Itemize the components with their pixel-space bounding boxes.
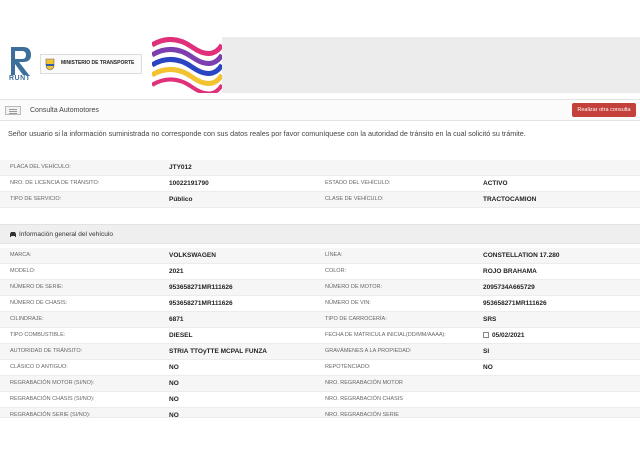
field-value: 2095734A665729	[483, 284, 535, 291]
field-label: MARCA:	[10, 252, 32, 258]
field-label: NRO. REGRABACIÓN MOTOR	[325, 380, 403, 386]
table-row: NRO. DE LICENCIA DE TRÁNSITO: 1002219179…	[0, 176, 640, 192]
field-value: SI	[483, 348, 490, 355]
field-value: JTY012	[169, 164, 192, 171]
field-value: NO	[169, 380, 179, 387]
field-value: ACTIVO	[483, 180, 508, 187]
field-label: TIPO COMBUSTIBLE:	[10, 332, 66, 338]
field-label: REGRABACIÓN SERIE (SI/NO):	[10, 412, 91, 418]
wave-graphic	[152, 37, 222, 93]
field-label: REPOTENCIADO:	[325, 364, 371, 370]
menu-icon[interactable]	[5, 106, 21, 115]
field-value: VOLKSWAGEN	[169, 252, 216, 259]
table-row: PLACA DEL VEHÍCULO: JTY012	[0, 160, 640, 176]
table-row: REGRABACIÓN CHASIS (SI/NO): NO NRO. REGR…	[0, 392, 640, 408]
field-label: ESTADO DEL VEHÍCULO:	[325, 180, 391, 186]
top-banner: RUNT MINISTERIO DE TRANSPORTE	[0, 37, 640, 93]
general-info-table: MARCA: VOLKSWAGEN LÍNEA: CONSTELLATION 1…	[0, 248, 640, 418]
field-label: NRO. DE LICENCIA DE TRÁNSITO:	[10, 180, 100, 186]
field-value: TRACTOCAMION	[483, 196, 537, 203]
field-label: REGRABACIÓN MOTOR (SI/NO):	[10, 380, 95, 386]
ministry-logo: MINISTERIO DE TRANSPORTE	[40, 54, 142, 74]
table-row: AUTORIDAD DE TRÁNSITO: STRIA TTOyTTE MCP…	[0, 344, 640, 360]
breadcrumb: Consulta Automotores	[30, 107, 99, 114]
field-value: CONSTELLATION 17.280	[483, 252, 560, 259]
field-value: Público	[169, 196, 193, 203]
field-label: AUTORIDAD DE TRÁNSITO:	[10, 348, 83, 354]
table-row: MODELO: 2021 COLOR: ROJO BRAHAMA	[0, 264, 640, 280]
shield-icon	[45, 58, 55, 71]
table-row: NÚMERO DE CHASIS: 953658271MR111626 NÚME…	[0, 296, 640, 312]
field-value: 2021	[169, 268, 184, 275]
page-header: Consulta Automotores Realizar otra consu…	[0, 99, 640, 121]
field-label: NÚMERO DE MOTOR:	[325, 284, 383, 290]
table-row: CILINDRAJE: 6871 TIPO DE CARROCERÍA: SRS	[0, 312, 640, 328]
section-title: Información general del vehículo	[19, 231, 113, 238]
field-value: STRIA TTOyTTE MCPAL FUNZA	[169, 348, 267, 355]
field-label: GRAVÁMENES A LA PROPIEDAD:	[325, 348, 412, 354]
general-info-section[interactable]: Información general del vehículo	[0, 224, 640, 244]
field-label: CILINDRAJE:	[10, 316, 44, 322]
table-row: TIPO DE SERVICIO: Público CLASE DE VEHÍC…	[0, 192, 640, 208]
field-label: TIPO DE SERVICIO:	[10, 196, 62, 202]
registration-date: 05/02/2021	[492, 332, 525, 339]
field-value: NO	[483, 364, 493, 371]
field-label: NRO. REGRABACIÓN CHASIS	[325, 396, 403, 402]
field-value: 6871	[169, 316, 184, 323]
field-value: DIESEL	[169, 332, 193, 339]
table-row: REGRABACIÓN MOTOR (SI/NO): NO NRO. REGRA…	[0, 376, 640, 392]
field-value: SRS	[483, 316, 497, 323]
field-value: NO	[169, 364, 179, 371]
field-label: NRO. REGRABACIÓN SERIE	[325, 412, 399, 418]
field-value: NO	[169, 412, 179, 418]
field-label: REGRABACIÓN CHASIS (SI/NO):	[10, 396, 95, 402]
field-label: PLACA DEL VEHÍCULO:	[10, 164, 71, 170]
field-label: COLOR:	[325, 268, 347, 274]
field-label: CLÁSICO O ANTIGUO:	[10, 364, 68, 370]
runt-wordmark: RUNT	[9, 75, 31, 82]
field-label: FECHA DE MATRICULA INICIAL(DD/MM/AAAA):	[325, 332, 446, 338]
field-value: 953658271MR111626	[169, 284, 233, 291]
field-label: NÚMERO DE CHASIS:	[10, 300, 68, 306]
field-value: 05/02/2021	[483, 332, 525, 339]
ministry-label: MINISTERIO DE TRANSPORTE	[61, 60, 135, 66]
table-row: TIPO COMBUSTIBLE: DIESEL FECHA DE MATRIC…	[0, 328, 640, 344]
field-value: 953658271MR111626	[483, 300, 547, 307]
field-value: NO	[169, 396, 179, 403]
table-row: MARCA: VOLKSWAGEN LÍNEA: CONSTELLATION 1…	[0, 248, 640, 264]
calendar-icon	[483, 332, 489, 338]
field-value: 10022191790	[169, 180, 209, 187]
field-value: ROJO BRAHAMA	[483, 268, 537, 275]
field-label: LÍNEA:	[325, 252, 343, 258]
table-row: REGRABACIÓN SERIE (SI/NO): NO NRO. REGRA…	[0, 408, 640, 418]
field-label: TIPO DE CARROCERÍA:	[325, 316, 387, 322]
new-query-button[interactable]: Realizar otra consulta	[572, 103, 636, 117]
table-row: CLÁSICO O ANTIGUO: NO REPOTENCIADO: NO	[0, 360, 640, 376]
field-label: CLASE DE VEHÍCULO:	[325, 196, 384, 202]
car-icon	[10, 232, 16, 237]
logo-area: RUNT MINISTERIO DE TRANSPORTE	[0, 37, 222, 93]
field-label: NÚMERO DE SERIE:	[10, 284, 64, 290]
field-value: 953658271MR111626	[169, 300, 233, 307]
field-label: NÚMERO DE VIN:	[325, 300, 371, 306]
summary-table: PLACA DEL VEHÍCULO: JTY012 NRO. DE LICEN…	[0, 160, 640, 208]
field-label: MODELO:	[10, 268, 36, 274]
table-row: NÚMERO DE SERIE: 953658271MR111626 NÚMER…	[0, 280, 640, 296]
notice-text: Señor usuario si la información suminist…	[8, 129, 526, 138]
